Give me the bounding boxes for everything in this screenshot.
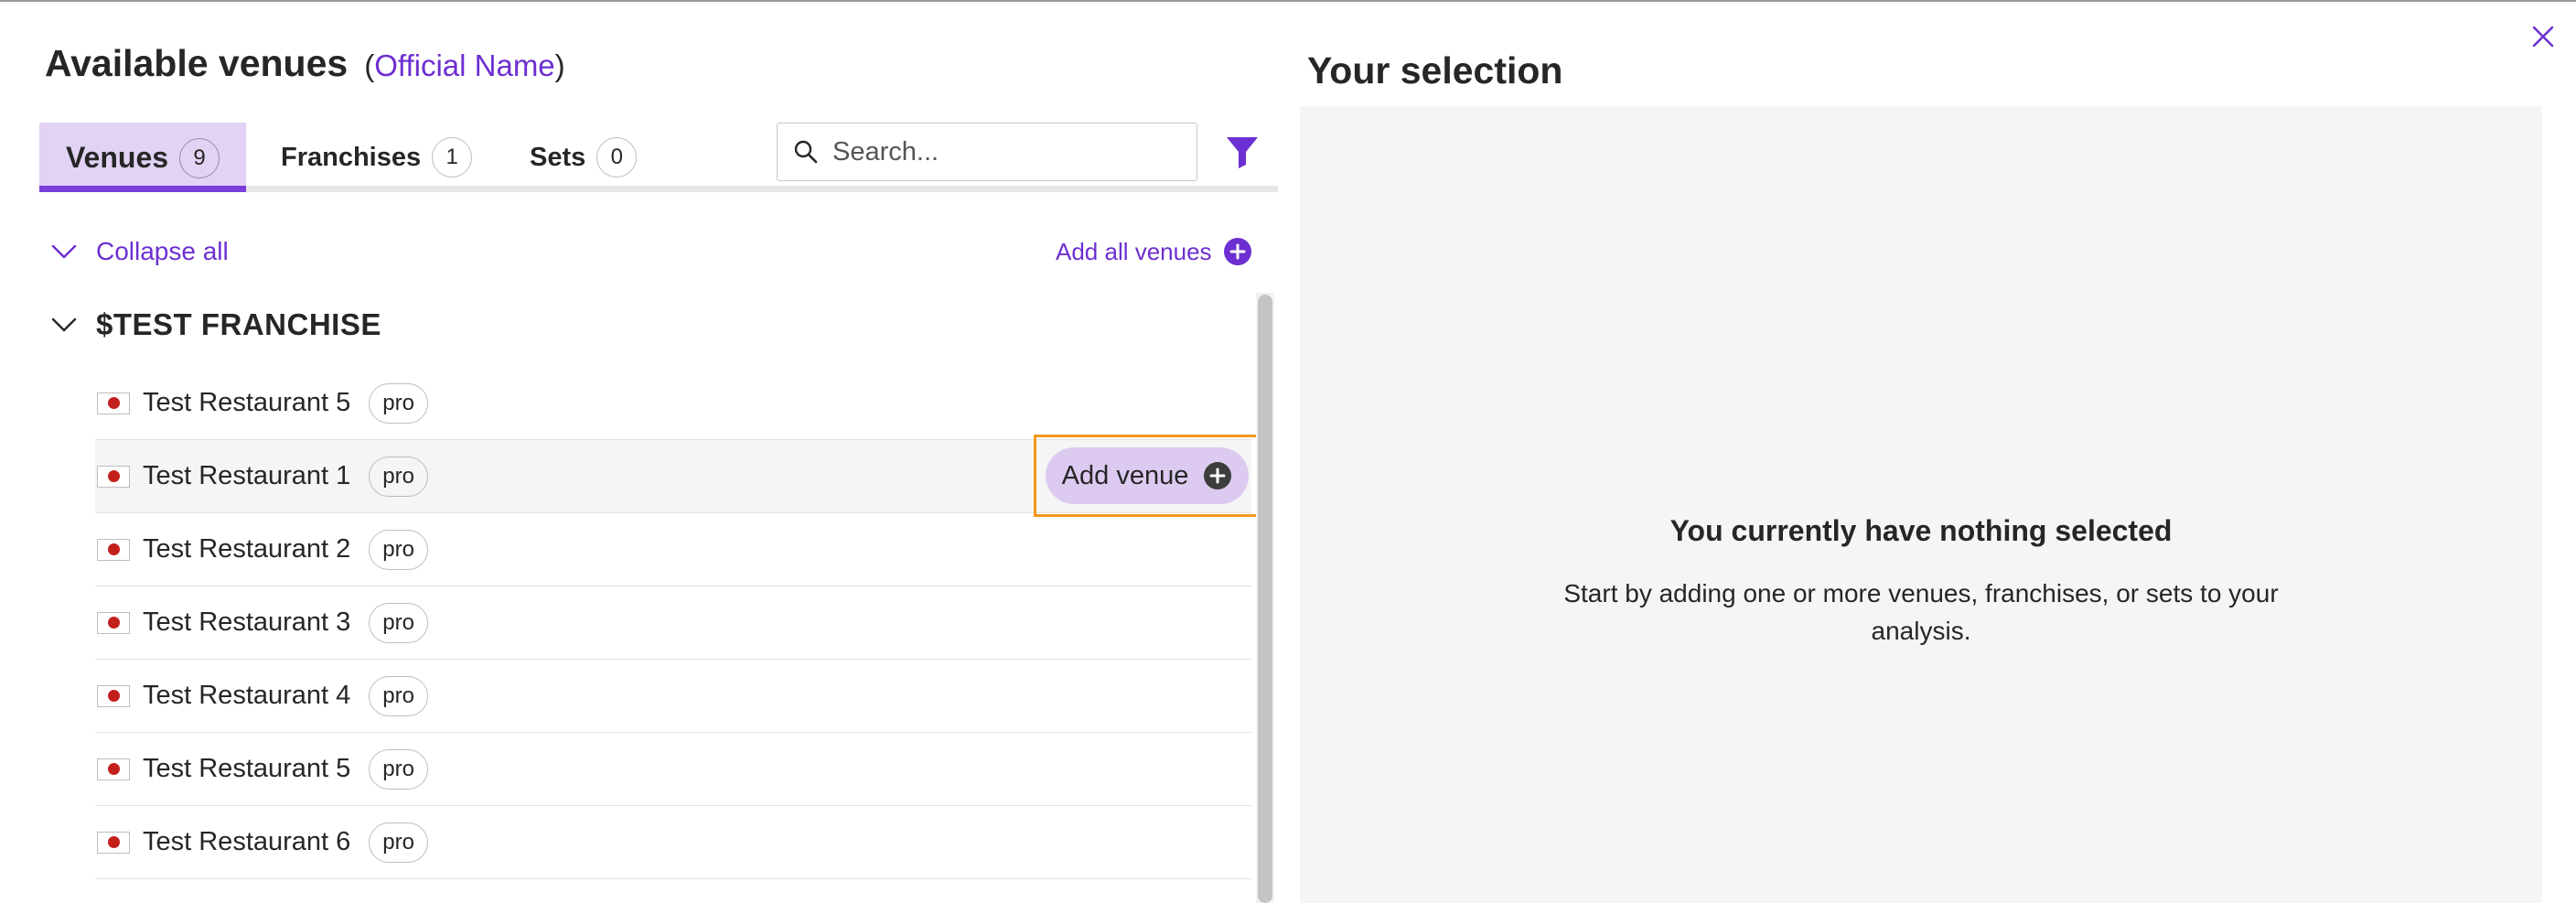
flag-icon <box>97 465 130 488</box>
venue-name: Test Restaurant 5 <box>143 754 351 783</box>
venue-name: Test Restaurant 3 <box>143 607 351 637</box>
venue-list: Test Restaurant 5 pro Test Restaurant 1 … <box>95 367 1261 879</box>
tab-label: Venues <box>65 141 169 174</box>
selection-title: Your selection <box>1307 49 1563 91</box>
venue-row[interactable]: Test Restaurant 3 pro <box>95 586 1251 660</box>
filter-icon <box>1227 137 1258 168</box>
flag-dot <box>107 836 120 848</box>
tab-count: 0 <box>596 137 638 177</box>
tab-label: Sets <box>530 142 586 172</box>
search-input[interactable] <box>831 135 1164 168</box>
add-venue-button[interactable]: Add venue <box>1045 447 1250 504</box>
empty-state-text: Start by adding one or more venues, fran… <box>1563 579 2279 645</box>
collapse-all-label: Collapse all <box>96 237 229 265</box>
pro-badge: pro <box>369 602 428 643</box>
add-venue-highlight: Add venue <box>1034 435 1261 517</box>
collapse-all-button[interactable]: Collapse all <box>50 233 229 270</box>
flag-icon <box>97 758 130 780</box>
add-all-venues-label: Add all venues <box>1056 237 1212 265</box>
pro-badge: pro <box>369 822 428 863</box>
chevron-down-icon <box>51 244 77 259</box>
flag-icon <box>97 684 130 707</box>
selection-panel: You currently have nothing selected Star… <box>1300 106 2542 903</box>
venue-name: Test Restaurant 5 <box>143 388 351 417</box>
flag-dot <box>107 397 120 409</box>
tab-label: Franchises <box>281 142 422 172</box>
header: Available venues (Official Name) <box>45 42 565 97</box>
plus-circle-icon <box>1223 238 1251 265</box>
flag-dot <box>107 690 120 702</box>
flag-dot <box>107 470 120 482</box>
filter-button[interactable] <box>1222 132 1262 172</box>
flag-icon <box>97 831 130 854</box>
tab-count: 9 <box>179 137 220 178</box>
tab-sets[interactable]: Sets 0 <box>530 123 638 192</box>
flag-dot <box>107 617 120 629</box>
venue-name: Test Restaurant 2 <box>143 534 351 564</box>
venue-name: Test Restaurant 1 <box>143 461 351 490</box>
pro-badge: pro <box>369 529 428 570</box>
venue-name: Test Restaurant 6 <box>143 827 351 856</box>
venue-name: Test Restaurant 4 <box>143 681 351 710</box>
pro-badge: pro <box>369 456 428 497</box>
venue-row[interactable]: Test Restaurant 4 pro <box>95 660 1251 733</box>
flag-dot <box>107 543 120 555</box>
page-title: Available venues <box>45 42 349 84</box>
venue-row[interactable]: Test Restaurant 5 pro <box>95 367 1251 440</box>
group-title: $TEST FRANCHISE <box>96 307 381 341</box>
search-field[interactable] <box>777 123 1197 181</box>
venue-row[interactable]: Test Restaurant 2 pro <box>95 513 1251 586</box>
venue-row[interactable]: Test Restaurant 5 pro <box>95 733 1251 806</box>
subtitle-paren-close: ) <box>554 48 565 82</box>
empty-state-title: You currently have nothing selected <box>1669 514 2173 547</box>
flag-icon <box>97 611 130 634</box>
tab-count: 1 <box>432 137 473 177</box>
page-subtitle: (Official Name) <box>364 48 564 83</box>
flag-icon <box>97 538 130 561</box>
official-name-link[interactable]: Official Name <box>374 48 554 82</box>
add-venue-label: Add venue <box>1061 460 1189 490</box>
close-button[interactable] <box>2525 18 2561 55</box>
plus-circle-icon <box>1204 462 1232 489</box>
group-header[interactable]: $TEST FRANCHISE <box>50 305 381 345</box>
pro-badge: pro <box>369 382 428 424</box>
close-icon <box>2532 26 2554 48</box>
tab-venues[interactable]: Venues 9 <box>39 123 246 192</box>
subtitle-paren-open: ( <box>364 48 375 82</box>
flag-dot <box>107 763 120 775</box>
add-all-venues-button[interactable]: Add all venues <box>1056 233 1252 270</box>
venue-row[interactable]: Test Restaurant 6 pro <box>95 806 1251 879</box>
search-icon <box>794 140 818 164</box>
scrollbar-thumb[interactable] <box>1258 295 1272 903</box>
chevron-down-icon <box>51 317 77 332</box>
pro-badge: pro <box>369 748 428 790</box>
top-border <box>0 0 2576 2</box>
tab-franchises[interactable]: Franchises 1 <box>281 123 473 192</box>
venue-row[interactable]: Test Restaurant 1 pro Add venue <box>95 435 1261 517</box>
flag-icon <box>97 392 130 414</box>
pro-badge: pro <box>369 675 428 716</box>
